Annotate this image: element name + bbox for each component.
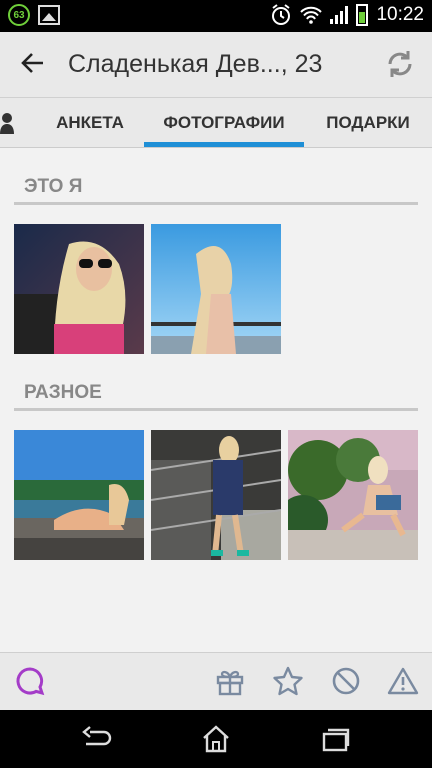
action-toolbar <box>0 652 432 710</box>
section-divider <box>14 202 418 205</box>
person-icon[interactable] <box>0 112 18 134</box>
section-title-me: ЭТО Я <box>24 176 83 197</box>
notification-badge: 63 <box>8 4 30 26</box>
photo-thumbnail[interactable] <box>151 430 281 560</box>
image-notification-icon <box>38 5 60 25</box>
tab-bar: АНКЕТА ФОТОГРАФИИ ПОДАРКИ <box>0 98 432 148</box>
system-nav-bar <box>0 710 432 768</box>
block-icon[interactable] <box>330 665 362 697</box>
warning-icon[interactable] <box>387 665 419 697</box>
chat-icon[interactable] <box>14 665 46 697</box>
star-icon[interactable] <box>272 665 304 697</box>
wifi-icon <box>300 6 323 24</box>
photo-thumbnail[interactable] <box>151 224 281 354</box>
arrow-left-icon <box>21 53 43 73</box>
refresh-button[interactable] <box>384 48 416 80</box>
section-divider <box>14 408 418 411</box>
tab-photos[interactable]: ФОТОГРАФИИ <box>144 98 304 148</box>
photo-thumbnail[interactable] <box>14 224 144 354</box>
refresh-icon <box>388 51 412 77</box>
alarm-icon <box>272 4 291 25</box>
tab-profile[interactable]: АНКЕТА <box>38 98 142 148</box>
gift-icon[interactable] <box>214 665 246 697</box>
page-title: Сладенькая Дев..., 23 <box>68 50 323 78</box>
back-icon[interactable] <box>80 724 112 754</box>
status-time: 10:22 <box>376 4 424 25</box>
home-icon[interactable] <box>200 724 232 754</box>
recent-apps-icon[interactable] <box>320 724 352 754</box>
photo-thumbnail[interactable] <box>14 430 144 560</box>
section-title-misc: РАЗНОЕ <box>24 382 102 403</box>
tab-gifts[interactable]: ПОДАРКИ <box>316 98 420 148</box>
photo-thumbnail[interactable] <box>288 430 418 560</box>
status-bar: 63 10:22 <box>0 0 432 32</box>
battery-icon <box>356 4 369 26</box>
app-header: Сладенькая Дев..., 23 <box>0 32 432 98</box>
back-button[interactable] <box>20 50 50 80</box>
signal-icon <box>330 6 349 24</box>
